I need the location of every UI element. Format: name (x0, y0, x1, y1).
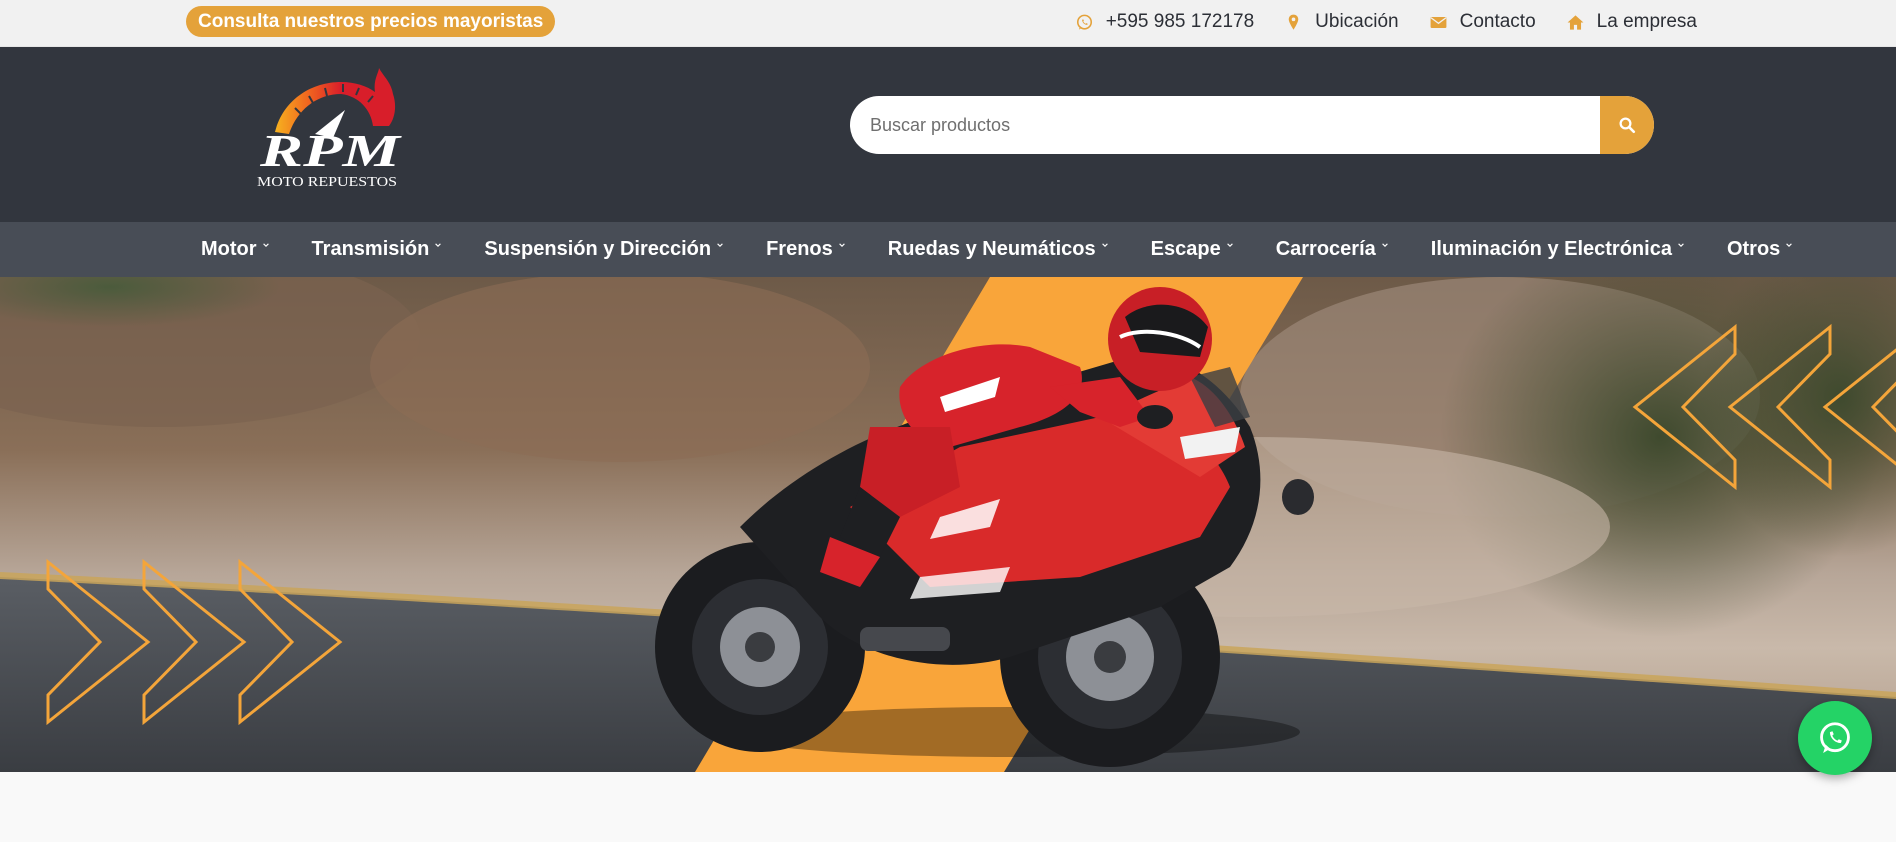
nav-item-label: Ruedas y Neumáticos (887, 238, 1096, 260)
logo-brand: RPM (259, 125, 403, 176)
whatsapp-icon (1820, 722, 1850, 754)
main-nav: Motor Transmisión Suspensión y Dirección… (0, 222, 1896, 277)
top-links: +595 985 172178 Ubicación Contacto La em… (1075, 0, 1697, 44)
nav-item-carroceria[interactable]: Carrocería (1276, 238, 1389, 261)
nav-item-motor[interactable]: Motor (201, 238, 270, 261)
search-button[interactable] (1600, 96, 1654, 154)
nav-item-suspension[interactable]: Suspensión y Dirección (484, 238, 724, 261)
product-search (850, 96, 1654, 154)
search-input[interactable] (850, 96, 1600, 154)
nav-item-ruedas[interactable]: Ruedas y Neumáticos (888, 238, 1109, 261)
company-link[interactable]: La empresa (1566, 11, 1697, 33)
search-icon (1619, 117, 1636, 134)
chevron-down-icon (262, 243, 269, 247)
map-marker-icon (1288, 14, 1299, 30)
nav-item-otros[interactable]: Otros (1727, 238, 1793, 261)
chevron-down-icon (1678, 243, 1684, 247)
whatsapp-chat-button[interactable] (1798, 701, 1872, 775)
nav-item-label: Carrocería (1275, 238, 1376, 260)
chevron-down-icon (1226, 243, 1233, 247)
whatsapp-icon (1076, 14, 1092, 30)
chevron-down-icon (1786, 243, 1793, 247)
nav-item-transmision[interactable]: Transmisión (312, 238, 443, 261)
chevron-down-icon (435, 243, 442, 247)
nav-item-label: Otros (1726, 238, 1781, 260)
contact-label: Contacto (1459, 11, 1536, 32)
home-icon (1567, 14, 1584, 30)
nav-item-label: Motor (201, 238, 257, 260)
wholesale-prices-banner[interactable]: Consulta nuestros precios mayoristas (186, 6, 556, 37)
nav-item-frenos[interactable]: Frenos (766, 238, 846, 261)
rpm-logo[interactable]: RPM MOTO REPUESTOS (255, 66, 405, 190)
nav-item-label: Suspensión y Dirección (484, 238, 712, 260)
envelope-icon (1430, 16, 1447, 28)
nav-item-label: Frenos (766, 238, 833, 260)
page-content-start (0, 772, 1896, 842)
nav-item-label: Transmisión (311, 238, 430, 260)
chevron-down-icon (1101, 243, 1108, 247)
hero-banner[interactable] (0, 277, 1896, 772)
motorcycle-rider-banner (0, 277, 1896, 772)
phone-link[interactable]: +595 985 172178 (1075, 11, 1254, 33)
nav-item-label: Escape (1150, 238, 1221, 260)
location-link[interactable]: Ubicación (1284, 11, 1399, 33)
nav-item-iluminacion[interactable]: Iluminación y Electrónica (1431, 238, 1685, 261)
top-bar: Consulta nuestros precios mayoristas +59… (0, 0, 1896, 47)
nav-item-escape[interactable]: Escape (1151, 238, 1234, 261)
chevron-down-icon (1381, 243, 1388, 247)
contact-link[interactable]: Contacto (1429, 11, 1536, 33)
location-label: Ubicación (1315, 11, 1399, 32)
site-header: RPM MOTO REPUESTOS (0, 47, 1896, 222)
logo-tagline: MOTO REPUESTOS (257, 175, 397, 190)
category-menu: Motor Transmisión Suspensión y Dirección… (201, 222, 1793, 277)
chevron-down-icon (717, 243, 723, 247)
phone-label: +595 985 172178 (1105, 11, 1255, 32)
company-label: La empresa (1596, 11, 1697, 32)
nav-item-label: Iluminación y Electrónica (1430, 238, 1672, 260)
chevron-down-icon (838, 243, 845, 247)
